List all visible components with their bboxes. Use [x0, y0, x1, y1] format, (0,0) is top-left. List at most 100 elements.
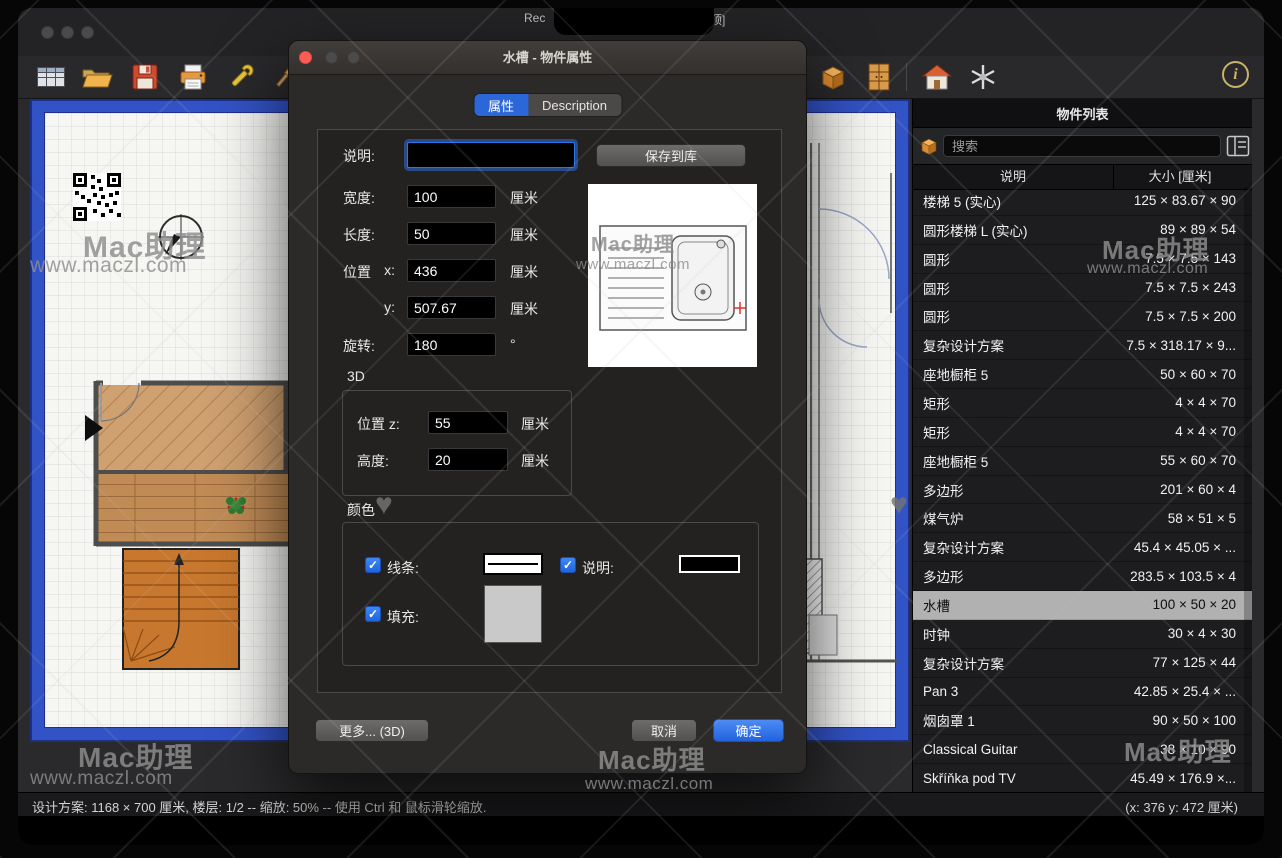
fill-color-swatch[interactable] — [484, 585, 542, 643]
object-size: 45.49 × 176.9 ×... — [1111, 771, 1252, 786]
dialog-minimize-button[interactable] — [325, 51, 338, 64]
description-color-swatch[interactable] — [679, 555, 740, 573]
table-row[interactable]: 矩形4 × 4 × 70 — [913, 389, 1252, 418]
dialog-title: 水槽 - 物件属性 — [289, 41, 806, 74]
length-input[interactable] — [407, 222, 496, 245]
table-row[interactable]: 圆形7.5 × 7.5 × 200 — [913, 302, 1252, 331]
object-name: 复杂设计方案 — [913, 653, 1111, 673]
group-3d: 位置 z: 厘米 高度: 厘米 — [342, 390, 572, 496]
description-color-label: 说明: — [582, 558, 614, 578]
rotation-input[interactable] — [407, 333, 496, 356]
table-row[interactable]: 多边形201 × 60 × 4 — [913, 476, 1252, 505]
ok-button[interactable]: 确定 — [713, 719, 784, 742]
info-glyph: i — [1233, 66, 1237, 84]
search-input[interactable] — [943, 135, 1221, 157]
object-name: 水槽 — [913, 595, 1111, 615]
dialog-content: 说明: 保存到库 宽度: 厘米 长度: 厘米 位置 x: 厘米 y: 厘米 旋转… — [317, 129, 782, 693]
object-name: 多边形 — [913, 480, 1111, 500]
table-row[interactable]: 复杂设计方案77 × 125 × 44 — [913, 649, 1252, 678]
scrollbar[interactable] — [1244, 187, 1252, 792]
object-name: 圆形 — [913, 278, 1111, 298]
check-icon: ✓ — [368, 607, 378, 621]
height-unit: 厘米 — [521, 451, 549, 471]
dialog-close-button[interactable] — [299, 51, 312, 64]
table-row[interactable]: 圆形7.5 × 7.5 × 143 — [913, 245, 1252, 274]
cancel-button[interactable]: 取消 — [631, 719, 697, 742]
object-name: 煤气炉 — [913, 508, 1111, 528]
rotation-unit: ° — [510, 336, 516, 352]
wrench-icon[interactable] — [224, 60, 258, 94]
window-minimize-button[interactable] — [61, 26, 74, 39]
object-size: 50 × 60 × 70 — [1111, 367, 1252, 382]
line-color-swatch[interactable] — [483, 553, 543, 575]
window-close-button[interactable] — [41, 26, 54, 39]
print-icon[interactable] — [176, 60, 210, 94]
object-size: 90 × 50 × 100 — [1111, 713, 1252, 728]
table-row[interactable]: Pan 342.85 × 25.4 × ... — [913, 678, 1252, 707]
object-size: 7.5 × 318.17 × 9... — [1111, 338, 1252, 353]
save-to-library-button[interactable]: 保存到库 — [596, 144, 746, 167]
fill-checkbox[interactable]: ✓ — [365, 606, 381, 622]
save-icon[interactable] — [128, 60, 162, 94]
object-name: 复杂设计方案 — [913, 537, 1111, 557]
open-folder-icon[interactable] — [80, 60, 114, 94]
table-row[interactable]: 多边形283.5 × 103.5 × 4 — [913, 562, 1252, 591]
dialog-zoom-button[interactable] — [347, 51, 360, 64]
group-color-title: 颜色 — [347, 500, 375, 520]
column-name[interactable]: 说明 — [913, 165, 1113, 189]
table-row[interactable]: 矩形4 × 4 × 70 — [913, 418, 1252, 447]
table-row[interactable]: Classical Guitar38 × 10 × 90 — [913, 735, 1252, 764]
table-row[interactable]: 圆形7.5 × 7.5 × 243 — [913, 274, 1252, 303]
object-preview — [588, 184, 757, 367]
object-size: 4 × 4 × 70 — [1111, 424, 1252, 439]
position-y-input[interactable] — [407, 296, 496, 319]
table-row[interactable]: 烟囱罩 190 × 50 × 100 — [913, 706, 1252, 735]
info-icon[interactable]: i — [1222, 61, 1249, 88]
object-size: 30 × 4 × 30 — [1111, 626, 1252, 641]
cabinet-icon[interactable] — [862, 60, 896, 94]
table-row[interactable]: 时钟30 × 4 × 30 — [913, 620, 1252, 649]
y-unit: 厘米 — [510, 299, 538, 319]
lines-checkbox[interactable]: ✓ — [365, 557, 381, 573]
window-zoom-button[interactable] — [81, 26, 94, 39]
camera-notch — [554, 8, 714, 35]
more-3d-button[interactable]: 更多... (3D) — [315, 719, 429, 742]
status-left: 设计方案: 1168 × 700 厘米, 楼层: 1/2 -- 缩放: 50% … — [32, 797, 487, 816]
object-size: 38 × 10 × 90 — [1111, 742, 1252, 757]
position-x-input[interactable] — [407, 259, 496, 282]
table-row[interactable]: Skříňka pod TV45.49 × 176.9 ×... — [913, 764, 1252, 792]
description-input[interactable] — [407, 142, 575, 168]
object-list-toolbar — [913, 128, 1252, 165]
height-label: 高度: — [357, 451, 389, 471]
table-row[interactable]: 圆形楼梯 L (实心)89 × 89 × 54 — [913, 216, 1252, 245]
fill-label: 填充: — [387, 607, 419, 627]
column-size[interactable]: 大小 [厘米] — [1113, 165, 1246, 189]
width-label: 宽度: — [343, 188, 375, 208]
height-input[interactable] — [428, 448, 508, 471]
table-row[interactable]: 楼梯 5 (实心)125 × 83.67 × 90 — [913, 187, 1252, 216]
check-icon: ✓ — [563, 558, 573, 572]
object-size: 7.5 × 7.5 × 200 — [1111, 309, 1252, 324]
home-icon[interactable] — [920, 60, 954, 94]
table-row[interactable]: 煤气炉58 × 51 × 5 — [913, 504, 1252, 533]
table-row[interactable]: 水槽100 × 50 × 20 — [913, 591, 1252, 620]
dialog-tabs: 属性 Description — [473, 93, 622, 117]
snowflake-icon[interactable] — [966, 60, 1000, 94]
box-icon — [918, 135, 940, 162]
length-unit: 厘米 — [510, 225, 538, 245]
table-icon[interactable] — [34, 60, 68, 94]
tab-properties[interactable]: 属性 — [474, 94, 528, 116]
tab-description[interactable]: Description — [528, 94, 621, 116]
object-size: 7.5 × 7.5 × 143 — [1111, 251, 1252, 266]
table-row[interactable]: 座地橱柜 550 × 60 × 70 — [913, 360, 1252, 389]
table-row[interactable]: 复杂设计方案7.5 × 318.17 × 9... — [913, 331, 1252, 360]
object-name: 烟囱罩 1 — [913, 710, 1111, 730]
box-icon[interactable] — [816, 60, 850, 94]
position-z-input[interactable] — [428, 411, 508, 434]
position-label: 位置 — [343, 262, 371, 282]
table-row[interactable]: 复杂设计方案45.4 × 45.05 × ... — [913, 533, 1252, 562]
width-input[interactable] — [407, 185, 496, 208]
table-row[interactable]: 座地橱柜 555 × 60 × 70 — [913, 447, 1252, 476]
panel-toggle-icon[interactable] — [1226, 135, 1250, 157]
description-color-checkbox[interactable]: ✓ — [560, 557, 576, 573]
